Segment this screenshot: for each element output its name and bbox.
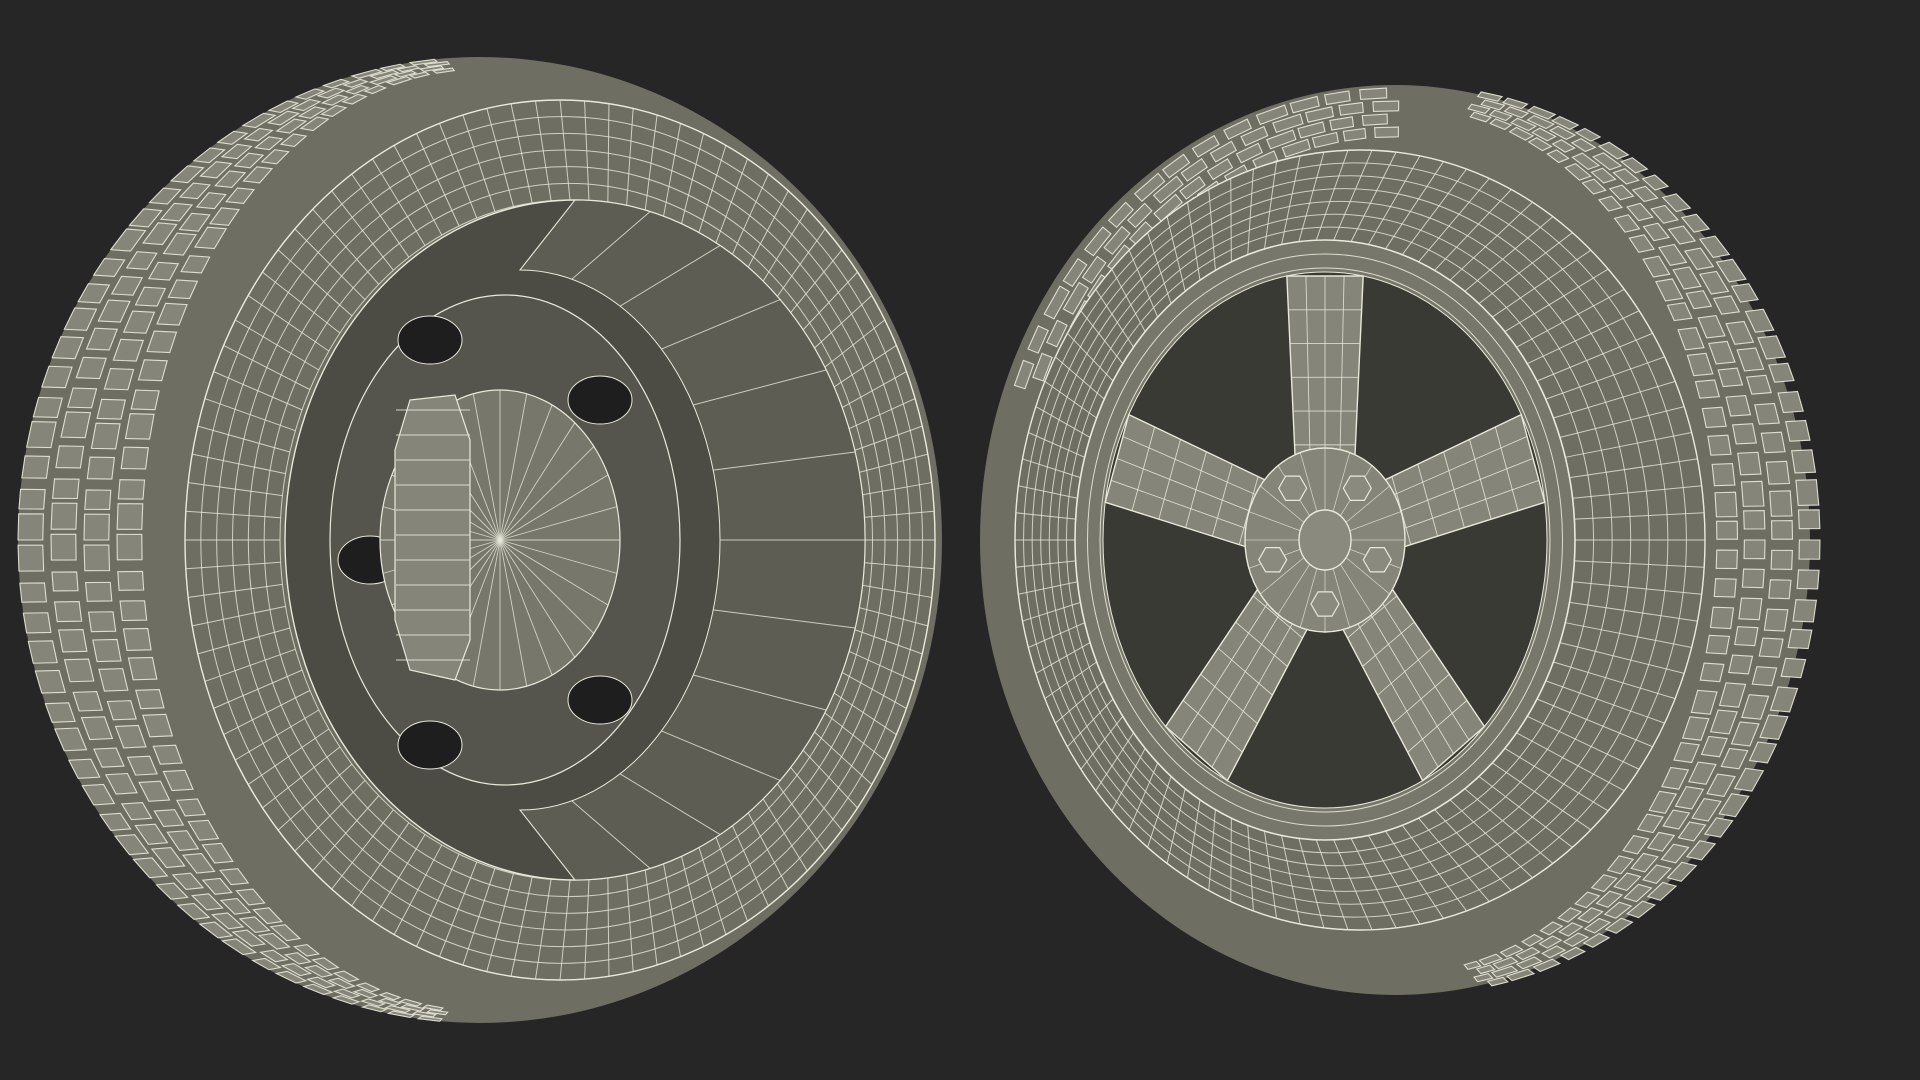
hub-cutout [397,720,463,770]
wheel-back-view [17,57,942,1023]
wheel-front-view [980,85,1821,995]
brake-caliper [394,394,471,681]
hub-cutout [567,375,633,425]
hub-cutout [567,675,633,725]
render-viewport [0,0,1920,1080]
hub-cutout [397,315,463,365]
center-cap [1298,509,1352,571]
wireframe-render [17,57,1821,1023]
